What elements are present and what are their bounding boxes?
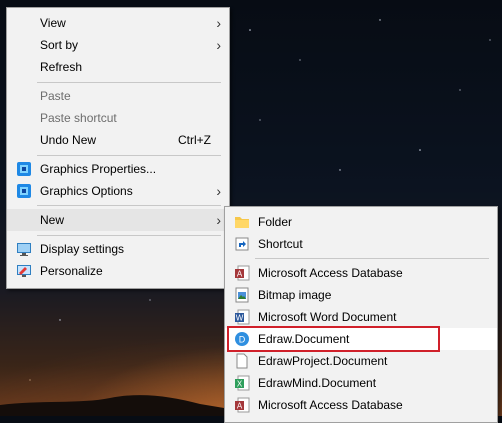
menu-item-label: Graphics Properties... — [40, 162, 157, 176]
menu-item-paste-shortcut[interactable]: Paste shortcut — [7, 107, 229, 129]
menu-item-personalize[interactable]: Personalize — [7, 260, 229, 282]
svg-text:W: W — [236, 314, 244, 323]
menu-item-undo-new[interactable]: Undo New Ctrl+Z — [7, 129, 229, 151]
menu-item-label: Refresh — [40, 60, 83, 74]
menu-separator — [37, 235, 221, 236]
display-icon — [17, 243, 31, 256]
menu-separator — [37, 82, 221, 83]
access-database-icon: A — [235, 265, 250, 281]
menu-separator — [255, 258, 489, 259]
access-database-icon: A — [235, 397, 250, 413]
word-document-icon: W — [235, 309, 250, 325]
new-submenu: Folder Shortcut A Microsoft Access Datab… — [224, 206, 498, 423]
menu-item-new[interactable]: New › — [7, 209, 229, 231]
menu-item-label: Bitmap image — [258, 288, 332, 302]
menu-item-label: New — [40, 213, 65, 227]
menu-item-graphics-options[interactable]: Graphics Options › — [7, 180, 229, 202]
submenu-item-edrawproject-document[interactable]: EdrawProject.Document — [225, 350, 497, 372]
menu-item-label: Microsoft Word Document — [258, 310, 397, 324]
intel-graphics-icon — [17, 162, 31, 176]
menu-item-graphics-properties[interactable]: Graphics Properties... — [7, 158, 229, 180]
submenu-item-word-document[interactable]: W Microsoft Word Document — [225, 306, 497, 328]
blank-document-icon — [236, 353, 248, 369]
menu-item-label: Folder — [258, 215, 293, 229]
edrawmind-document-icon: X — [235, 375, 250, 391]
menu-item-label: Microsoft Access Database — [258, 398, 403, 412]
submenu-item-shortcut[interactable]: Shortcut — [225, 233, 497, 255]
svg-text:A: A — [237, 402, 243, 411]
menu-item-label: EdrawProject.Document — [258, 354, 388, 368]
menu-item-label: Paste shortcut — [40, 111, 117, 125]
menu-item-label: Personalize — [40, 264, 103, 278]
submenu-item-access-database-2[interactable]: A Microsoft Access Database — [225, 394, 497, 416]
svg-text:X: X — [237, 380, 243, 389]
chevron-right-icon: › — [216, 15, 221, 31]
personalize-icon — [17, 265, 31, 277]
menu-item-refresh[interactable]: Refresh — [7, 56, 229, 78]
chevron-right-icon: › — [216, 183, 221, 199]
shortcut-icon — [235, 237, 249, 251]
submenu-item-edrawmind-document[interactable]: X EdrawMind.Document — [225, 372, 497, 394]
bitmap-image-icon — [235, 287, 249, 303]
folder-icon — [235, 217, 249, 228]
shortcut-text: Ctrl+Z — [178, 133, 211, 147]
menu-item-label: View — [40, 16, 66, 30]
svg-text:A: A — [237, 270, 243, 279]
menu-item-label: EdrawMind.Document — [258, 376, 377, 390]
menu-item-label: Shortcut — [258, 237, 303, 251]
menu-separator — [37, 205, 221, 206]
menu-item-label: Display settings — [40, 242, 125, 256]
menu-item-label: Undo New — [40, 133, 97, 147]
desktop-context-menu: View › Sort by › Refresh Paste Paste sho… — [6, 7, 230, 289]
menu-item-label: Microsoft Access Database — [258, 266, 403, 280]
menu-item-paste[interactable]: Paste — [7, 85, 229, 107]
submenu-item-access-database[interactable]: A Microsoft Access Database — [225, 262, 497, 284]
menu-item-display-settings[interactable]: Display settings — [7, 238, 229, 260]
menu-item-view[interactable]: View › — [7, 12, 229, 34]
menu-item-label: Sort by — [40, 38, 79, 52]
menu-item-label: Graphics Options — [40, 184, 133, 198]
menu-separator — [37, 155, 221, 156]
menu-item-sort-by[interactable]: Sort by › — [7, 34, 229, 56]
submenu-item-bitmap-image[interactable]: Bitmap image — [225, 284, 497, 306]
chevron-right-icon: › — [216, 212, 221, 228]
intel-graphics-icon — [17, 184, 31, 198]
menu-item-label: Paste — [40, 89, 71, 103]
highlight-box — [227, 326, 440, 352]
submenu-item-folder[interactable]: Folder — [225, 211, 497, 233]
chevron-right-icon: › — [216, 37, 221, 53]
